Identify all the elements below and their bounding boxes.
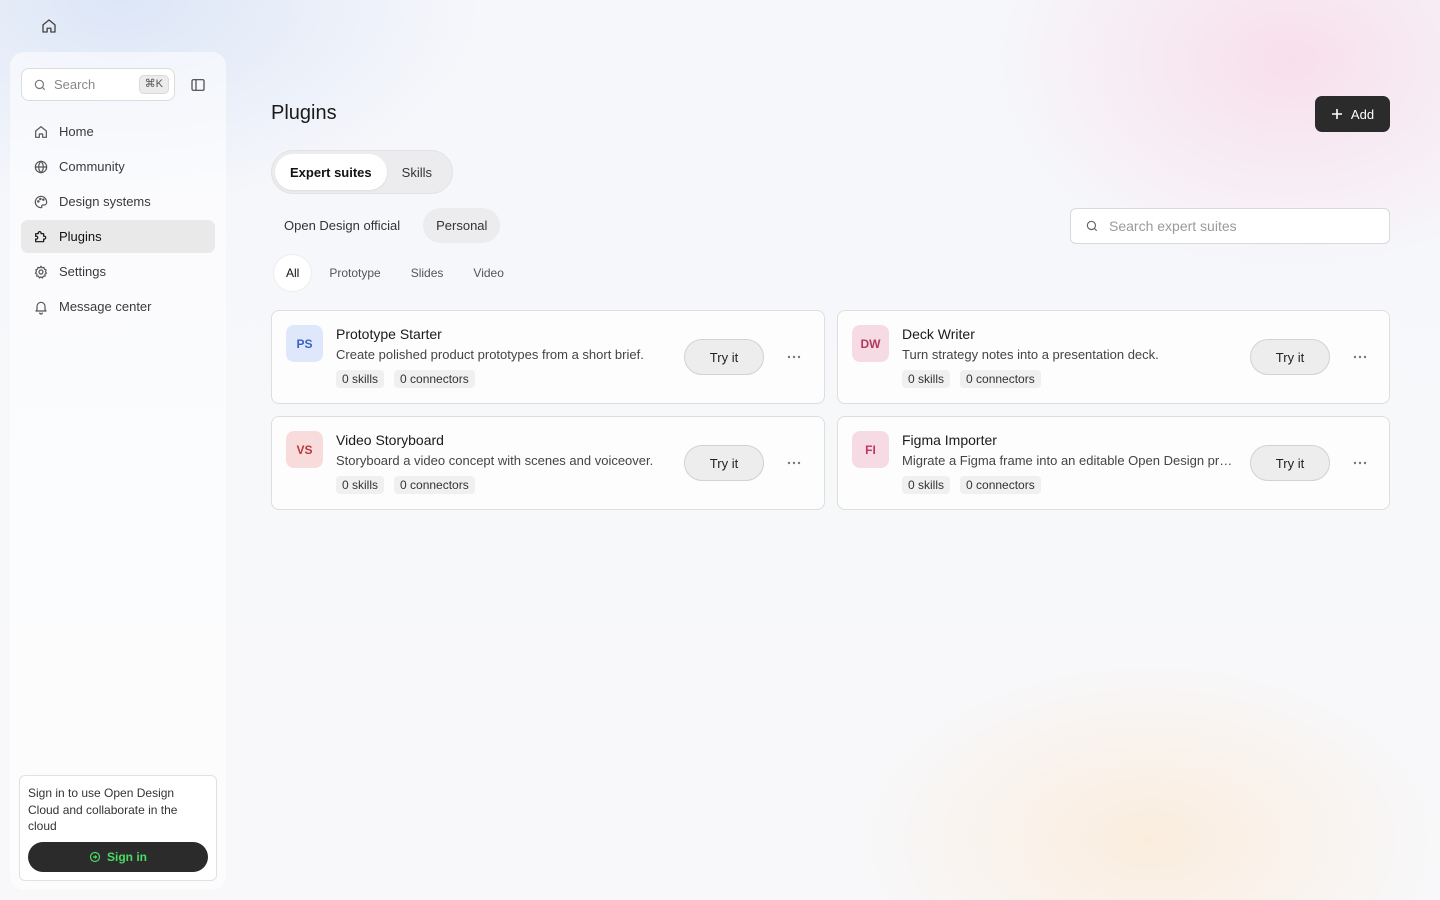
sidebar-search[interactable]: Search ⌘K: [21, 68, 175, 101]
plugin-card: VS Video Storyboard Storyboard a video c…: [271, 416, 825, 510]
globe-icon: [33, 159, 49, 175]
page-title: Plugins: [271, 102, 337, 124]
connectors-count: 0 connectors: [960, 370, 1041, 388]
plus-icon: [1331, 108, 1343, 120]
plugin-meta: 0 skills 0 connectors: [902, 476, 1051, 494]
plugin-badge: DW: [852, 325, 889, 362]
sidebar-item-label: Message center: [59, 299, 152, 314]
gear-icon: [33, 264, 49, 280]
skills-count: 0 skills: [902, 476, 951, 494]
puzzle-icon: [33, 229, 49, 245]
sidebar-item-community[interactable]: Community: [21, 150, 215, 183]
add-label: Add: [1350, 106, 1375, 122]
skills-count: 0 skills: [902, 370, 951, 388]
plugin-meta: 0 skills 0 connectors: [336, 370, 485, 388]
add-button[interactable]: Add: [1315, 96, 1390, 132]
more-icon[interactable]: [1352, 349, 1368, 365]
tab-slides[interactable]: Slides: [399, 255, 456, 291]
connectors-count: 0 connectors: [394, 370, 475, 388]
signin-card: Sign in to use Open Design Cloud and col…: [19, 775, 217, 881]
sidebar-item-plugins[interactable]: Plugins: [21, 220, 215, 253]
sign-in-label: Sign in: [107, 850, 147, 864]
skills-count: 0 skills: [336, 476, 385, 494]
search-icon: [33, 78, 47, 92]
search-input[interactable]: [1109, 218, 1379, 234]
plugin-badge: FI: [852, 431, 889, 468]
sidebar-toggle-icon[interactable]: [190, 77, 206, 93]
shortcut-badge: ⌘K: [138, 75, 169, 94]
sign-in-button[interactable]: Sign in: [28, 842, 208, 872]
plugin-card: FI Figma Importer Migrate a Figma frame …: [837, 416, 1390, 510]
signin-text: Sign in to use Open Design Cloud and col…: [28, 786, 178, 833]
sidebar-item-settings[interactable]: Settings: [21, 255, 215, 288]
tab-prototype[interactable]: Prototype: [317, 255, 392, 291]
sidebar-item-home[interactable]: Home: [21, 115, 215, 148]
plugin-badge: PS: [286, 325, 323, 362]
bell-icon: [33, 299, 49, 315]
plugin-title: Deck Writer: [902, 326, 975, 342]
sidebar-item-label: Settings: [59, 264, 106, 279]
sidebar-nav: Home Community Design systems Plugins Se…: [21, 115, 215, 325]
plugin-badge: VS: [286, 431, 323, 468]
sidebar: Search ⌘K Home Community Design systems: [10, 52, 226, 890]
search-label: Search: [54, 77, 96, 92]
more-icon[interactable]: [786, 455, 802, 471]
connectors-count: 0 connectors: [960, 476, 1041, 494]
plugin-description: Storyboard a video concept with scenes a…: [336, 453, 654, 468]
palette-icon: [33, 194, 49, 210]
try-it-button[interactable]: Try it: [1250, 339, 1330, 375]
category-tabs: All Prototype Slides Video: [274, 255, 522, 291]
sidebar-item-label: Design systems: [59, 194, 151, 209]
try-it-button[interactable]: Try it: [684, 445, 764, 481]
tab-skills[interactable]: Skills: [387, 154, 447, 190]
plugin-card: PS Prototype Starter Create polished pro…: [271, 310, 825, 404]
more-icon[interactable]: [786, 349, 802, 365]
segment-control: Expert suites Skills: [271, 150, 453, 194]
more-icon[interactable]: [1352, 455, 1368, 471]
tab-expert-suites[interactable]: Expert suites: [275, 154, 387, 190]
plugin-title: Figma Importer: [902, 432, 997, 448]
tab-open-design-official[interactable]: Open Design official: [271, 208, 413, 243]
search-icon: [1085, 219, 1099, 233]
tab-video[interactable]: Video: [461, 255, 515, 291]
sidebar-item-design-systems[interactable]: Design systems: [21, 185, 215, 218]
plugin-description: Migrate a Figma frame into an editable O…: [902, 453, 1234, 468]
search-expert-suites: [1070, 208, 1390, 244]
plugin-meta: 0 skills 0 connectors: [336, 476, 485, 494]
top-home-icon[interactable]: [40, 17, 58, 35]
tab-all[interactable]: All: [274, 255, 312, 291]
sign-in-icon: [89, 851, 101, 863]
plugin-title: Prototype Starter: [336, 326, 442, 342]
plugin-title: Video Storyboard: [336, 432, 444, 448]
plugin-description: Create polished product prototypes from …: [336, 347, 644, 362]
skills-count: 0 skills: [336, 370, 385, 388]
try-it-button[interactable]: Try it: [1250, 445, 1330, 481]
home-icon: [33, 124, 49, 140]
connectors-count: 0 connectors: [394, 476, 475, 494]
sidebar-item-label: Home: [59, 124, 94, 139]
sidebar-item-label: Plugins: [59, 229, 102, 244]
source-tabs: Open Design official Personal: [271, 208, 510, 243]
try-it-button[interactable]: Try it: [684, 339, 764, 375]
tab-personal[interactable]: Personal: [423, 208, 501, 243]
plugin-meta: 0 skills 0 connectors: [902, 370, 1051, 388]
sidebar-item-message-center[interactable]: Message center: [21, 290, 215, 323]
sidebar-item-label: Community: [59, 159, 125, 174]
plugin-card: DW Deck Writer Turn strategy notes into …: [837, 310, 1390, 404]
plugin-description: Turn strategy notes into a presentation …: [902, 347, 1159, 362]
